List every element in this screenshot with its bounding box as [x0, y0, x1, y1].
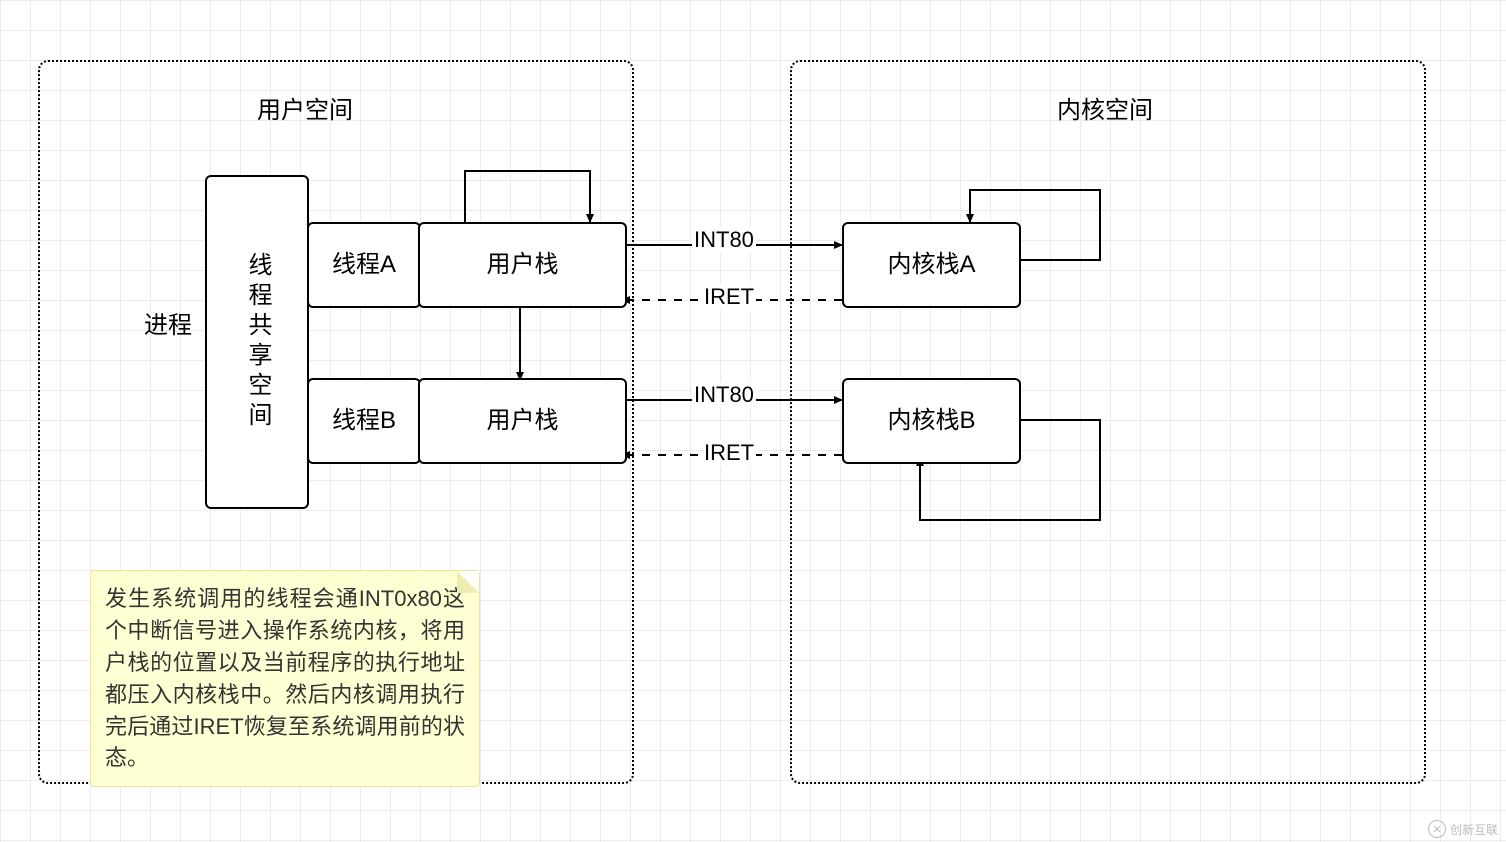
thread-a-box: 线程A [307, 222, 421, 308]
diagram-canvas: 用户空间 内核空间 进程 线程共享空间 线程A 用户栈 线程B 用户栈 内核栈A… [0, 0, 1506, 842]
user-stack-a-label: 用户栈 [487, 250, 559, 280]
int80-label-a: INT80 [692, 227, 756, 253]
thread-b-box: 线程B [307, 378, 421, 464]
user-space-title: 用户空间 [240, 90, 370, 125]
int80-label-b: INT80 [692, 382, 756, 408]
explanation-note: 发生系统调用的线程会通INT0x80这个中断信号进入操作系统内核，将用户栈的位置… [90, 570, 480, 787]
kernel-stack-b-label: 内核栈B [887, 406, 975, 436]
kernel-stack-b-box: 内核栈B [842, 378, 1021, 464]
explanation-note-text: 发生系统调用的线程会通INT0x80这个中断信号进入操作系统内核，将用户栈的位置… [105, 586, 465, 770]
watermark-text: 创新互联 [1450, 821, 1498, 838]
thread-shared-space-box: 线程共享空间 [205, 175, 309, 509]
iret-label-a: IRET [702, 284, 756, 310]
user-stack-a-box: 用户栈 [418, 222, 627, 308]
watermark-icon: ✕ [1428, 820, 1446, 838]
kernel-stack-a-label: 内核栈A [887, 250, 975, 280]
iret-label-b: IRET [702, 440, 756, 466]
thread-shared-space-label: 线程共享空间 [242, 252, 272, 432]
kernel-space-title: 内核空间 [1040, 90, 1170, 125]
watermark: ✕ 创新互联 [1428, 820, 1498, 838]
process-label: 进程 [144, 305, 192, 340]
thread-a-label: 线程A [332, 250, 396, 280]
user-stack-b-box: 用户栈 [418, 378, 627, 464]
thread-b-label: 线程B [332, 406, 396, 436]
user-stack-b-label: 用户栈 [487, 406, 559, 436]
kernel-stack-a-box: 内核栈A [842, 222, 1021, 308]
